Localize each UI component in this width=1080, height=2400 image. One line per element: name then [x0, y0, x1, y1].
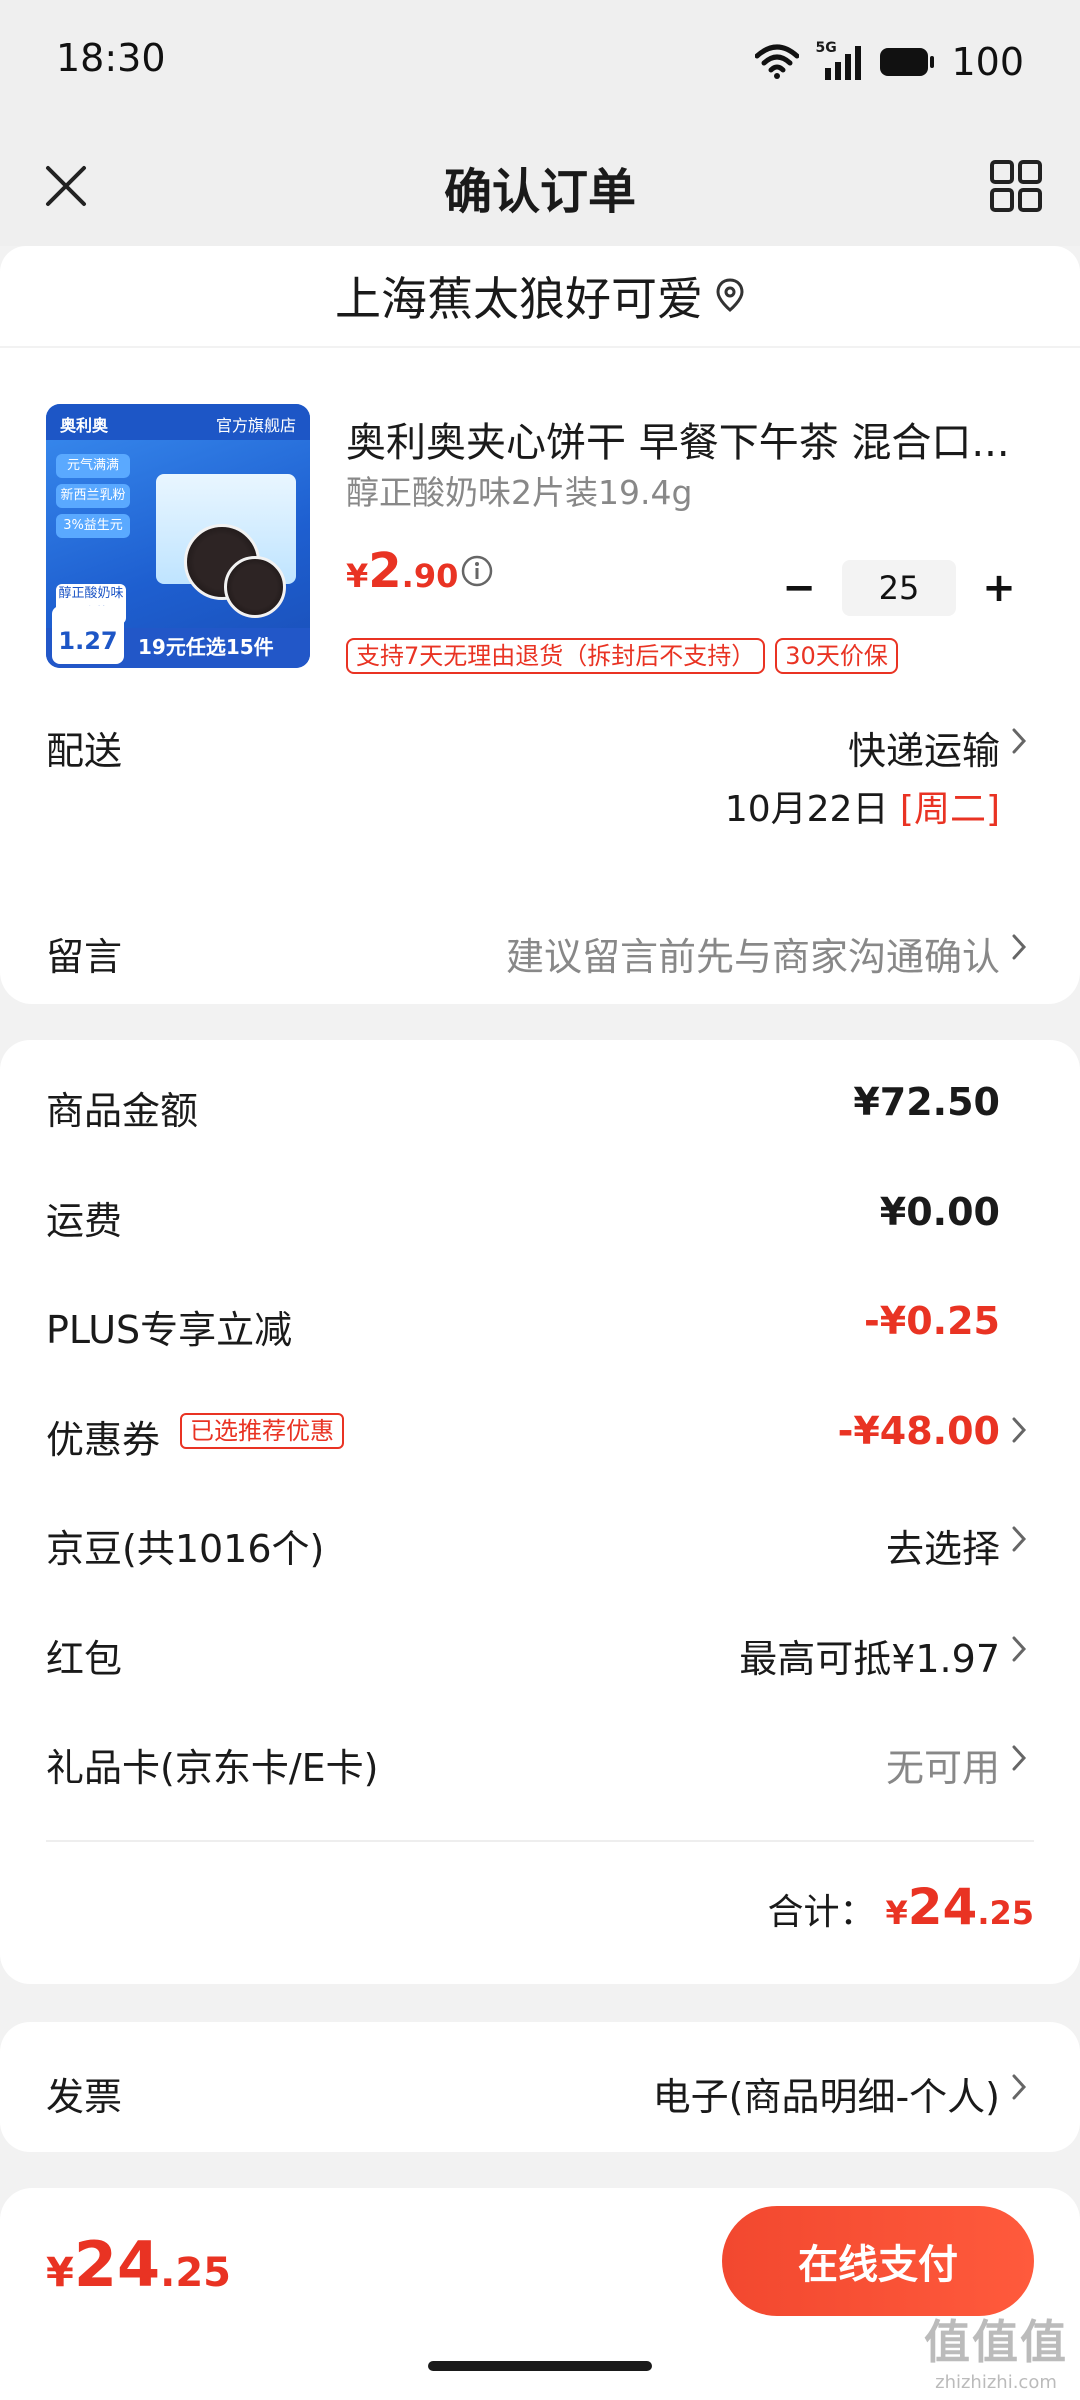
delivery-method[interactable]: 快递运输 [848, 720, 1000, 775]
status-icons: 5G 100 [755, 38, 1024, 86]
total-integer: 24 [907, 1878, 978, 1936]
location-pin-icon [716, 278, 744, 312]
invoice-card[interactable]: 发票 电子(商品明细-个人) [0, 2022, 1080, 2152]
delivery-weekday: [周二] [899, 789, 1000, 830]
jingdou-label: 京豆(共1016个) [46, 1527, 325, 1571]
chevron-right-icon [1012, 1526, 1027, 1552]
bottom-currency: ¥ [46, 2250, 74, 2296]
total-label: 合计： [767, 1892, 876, 1933]
status-bar: 18:30 5G 100 [0, 0, 1080, 124]
shipping-value: ¥0.00 [879, 1190, 1000, 1234]
cookie-image [224, 556, 286, 618]
pay-online-button[interactable]: 在线支付 [722, 2206, 1034, 2316]
address-text: 上海蕉太狼好可爱 [335, 272, 703, 326]
price-protect-tag: 30天价保 [775, 638, 898, 674]
address-bar[interactable]: 上海蕉太狼好可爱 [0, 246, 1080, 346]
battery-level: 100 [951, 40, 1024, 84]
gift-card-label: 礼品卡(京东卡/E卡) [46, 1746, 379, 1790]
price-integer: 2 [368, 543, 402, 599]
goods-amount-value: ¥72.50 [853, 1080, 1000, 1124]
red-packet-label: 红包 [46, 1637, 123, 1681]
product-image[interactable]: 奥利奥 官方旗舰店 元气满满 新西兰乳粉 3%益生元 醇正酸奶味 2片装 1.2… [46, 404, 310, 668]
jingdou-value[interactable]: 去选择 [886, 1518, 1000, 1573]
return-policy-tag: 支持7天无理由退货（拆封后不支持） [346, 638, 766, 674]
product-image-chip: 新西兰乳粉 [56, 484, 130, 508]
coupon-label: 优惠券 [46, 1418, 161, 1462]
shipping-label: 运费 [46, 1199, 123, 1243]
coupon-selected-badge: 已选推荐优惠 [180, 1413, 344, 1449]
coupon-value[interactable]: -¥48.00 [838, 1409, 1000, 1453]
wifi-icon [755, 44, 800, 79]
invoice-label: 发票 [46, 2075, 123, 2119]
product-price: ¥ 2 .90 [346, 543, 458, 599]
bottom-integer: 24 [73, 2228, 161, 2301]
message-input[interactable]: 建议留言前先与商家沟通确认 [506, 926, 1000, 981]
header: 确认订单 [0, 124, 1080, 246]
quantity-decrease-button[interactable]: − [776, 565, 822, 611]
chevron-right-icon [1012, 1417, 1027, 1443]
chevron-right-icon [1012, 1745, 1027, 1771]
gift-card-value[interactable]: 无可用 [886, 1737, 1000, 1792]
total-currency: ¥ [885, 1894, 908, 1932]
product-card: 奥利奥 官方旗舰店 元气满满 新西兰乳粉 3%益生元 醇正酸奶味 2片装 1.2… [0, 348, 1080, 1004]
plus-discount-value: -¥0.25 [864, 1299, 1000, 1343]
signal-icon: 5G [815, 40, 863, 80]
goods-amount-label: 商品金额 [46, 1089, 199, 1133]
total-decimal: .25 [977, 1894, 1034, 1932]
price-summary-card: 商品金额 ¥72.50 运费 ¥0.00 PLUS专享立减 -¥0.25 优惠券… [0, 1040, 1080, 1984]
product-image-promo: 19元任选15件 [138, 635, 274, 659]
price-currency: ¥ [346, 557, 369, 595]
chevron-right-icon [1012, 728, 1027, 754]
quantity-input[interactable]: 25 [842, 560, 956, 616]
quantity-stepper: − 25 + [776, 560, 1022, 616]
page-title: 确认订单 [443, 164, 636, 220]
grid-icon [990, 160, 1042, 212]
product-image-chip: 元气满满 [56, 454, 130, 478]
product-image-brand: 奥利奥 [60, 416, 109, 435]
total-row: 合计： ¥ 24 .25 [767, 1878, 1034, 1936]
message-label: 留言 [46, 935, 123, 979]
quantity-increase-button[interactable]: + [976, 565, 1022, 611]
product-variant[interactable]: 醇正酸奶味2片装19.4g [346, 466, 692, 514]
bottom-total-price: ¥ 24 .25 [46, 2228, 231, 2301]
info-icon[interactable] [460, 554, 494, 588]
product-image-chip: 3%益生元 [56, 514, 130, 538]
chevron-right-icon [1012, 934, 1027, 960]
product-image-unit-price: 1.27 [52, 606, 124, 664]
price-decimal: .90 [401, 557, 459, 595]
battery-icon [880, 48, 935, 76]
watermark-text: zhizhizhi.com [935, 2372, 1057, 2393]
status-time: 18:30 [56, 36, 166, 80]
delivery-date: 10月22日 [724, 789, 889, 830]
invoice-value[interactable]: 电子(商品明细-个人) [653, 2066, 1000, 2121]
watermark-logo: 值值值 [924, 2315, 1068, 2369]
divider [46, 1840, 1034, 1842]
red-packet-value[interactable]: 最高可抵¥1.97 [739, 1628, 1000, 1683]
chevron-right-icon [1012, 2074, 1027, 2100]
service-tags: 支持7天无理由退货（拆封后不支持） 30天价保 [346, 638, 898, 674]
home-indicator[interactable] [428, 2361, 652, 2371]
watermark: 值值值 zhizhizhi.com [924, 2306, 1068, 2393]
product-image-store: 官方旗舰店 [215, 416, 296, 435]
delivery-date-line[interactable]: 10月22日 [周二] [725, 780, 1000, 832]
delivery-label: 配送 [46, 729, 123, 773]
grid-menu-button[interactable] [980, 150, 1052, 222]
product-title[interactable]: 奥利奥夹心饼干 早餐下午茶 混合口... [346, 410, 1036, 468]
bottom-decimal: .25 [160, 2250, 231, 2296]
plus-discount-label: PLUS专享立减 [46, 1308, 293, 1352]
chevron-right-icon [1012, 1636, 1027, 1662]
